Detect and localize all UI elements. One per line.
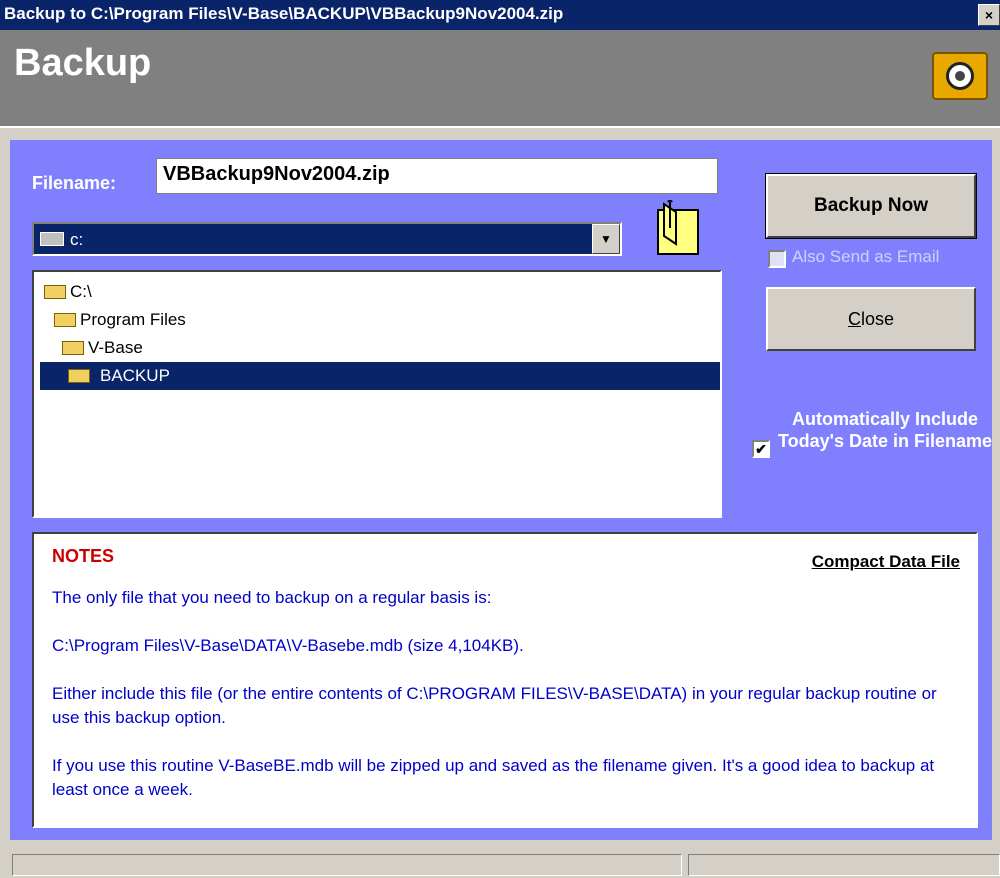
title-bar: Backup to C:\Program Files\V-Base\BACKUP…	[0, 0, 1000, 30]
notes-line: C:\Program Files\V-Base\DATA\V-Basebe.md…	[52, 636, 524, 655]
status-pane	[688, 854, 1000, 876]
status-pane	[12, 854, 682, 876]
folder-open-icon	[68, 369, 90, 383]
backup-now-button[interactable]: Backup Now	[765, 173, 977, 239]
email-checkbox[interactable]	[768, 250, 786, 268]
close-window-button[interactable]: ×	[978, 4, 1000, 26]
folder-tree[interactable]: C:\ Program Files V-Base BACKUP	[32, 270, 722, 518]
notes-title: NOTES	[52, 546, 115, 566]
drive-value: c:	[70, 230, 84, 249]
close-button[interactable]: Close	[766, 287, 976, 351]
folder-open-icon	[54, 313, 76, 327]
notes-line: Either include this file (or the entire …	[52, 684, 937, 727]
drive-select[interactable]: c: ▼	[32, 222, 622, 256]
header-band: Backup	[0, 30, 1000, 128]
window-title: Backup to C:\Program Files\V-Base\BACKUP…	[4, 4, 564, 23]
drive-icon	[40, 232, 64, 246]
status-bar	[0, 848, 1000, 878]
notes-line: The only file that you need to backup on…	[52, 588, 492, 607]
filename-input[interactable]: VBBackup9Nov2004.zip	[156, 158, 718, 194]
folder-open-icon	[62, 341, 84, 355]
tree-node[interactable]: Program Files	[50, 306, 186, 334]
folder-browse-icon[interactable]	[652, 200, 704, 258]
date-checkbox-label: Automatically Include Today's Date in Fi…	[778, 409, 993, 451]
page-title: Backup	[14, 42, 152, 84]
tree-node[interactable]: V-Base	[58, 334, 143, 362]
main-panel: Filename: VBBackup9Nov2004.zip c: ▼ C:\ …	[10, 140, 992, 840]
tree-node-selected[interactable]: BACKUP	[40, 362, 720, 390]
safe-icon	[932, 52, 988, 100]
notes-line: If you use this routine V-BaseBE.mdb wil…	[52, 756, 935, 799]
tree-node[interactable]: C:\	[40, 278, 92, 306]
email-checkbox-label: Also Send as Email	[792, 247, 940, 266]
notes-panel: NOTES Compact Data File The only file th…	[32, 532, 978, 828]
chevron-down-icon[interactable]: ▼	[592, 224, 620, 254]
filename-label: Filename:	[32, 173, 117, 193]
date-checkbox[interactable]: ✔	[752, 440, 770, 458]
folder-open-icon	[44, 285, 66, 299]
compact-data-file-link[interactable]: Compact Data File	[812, 552, 960, 572]
